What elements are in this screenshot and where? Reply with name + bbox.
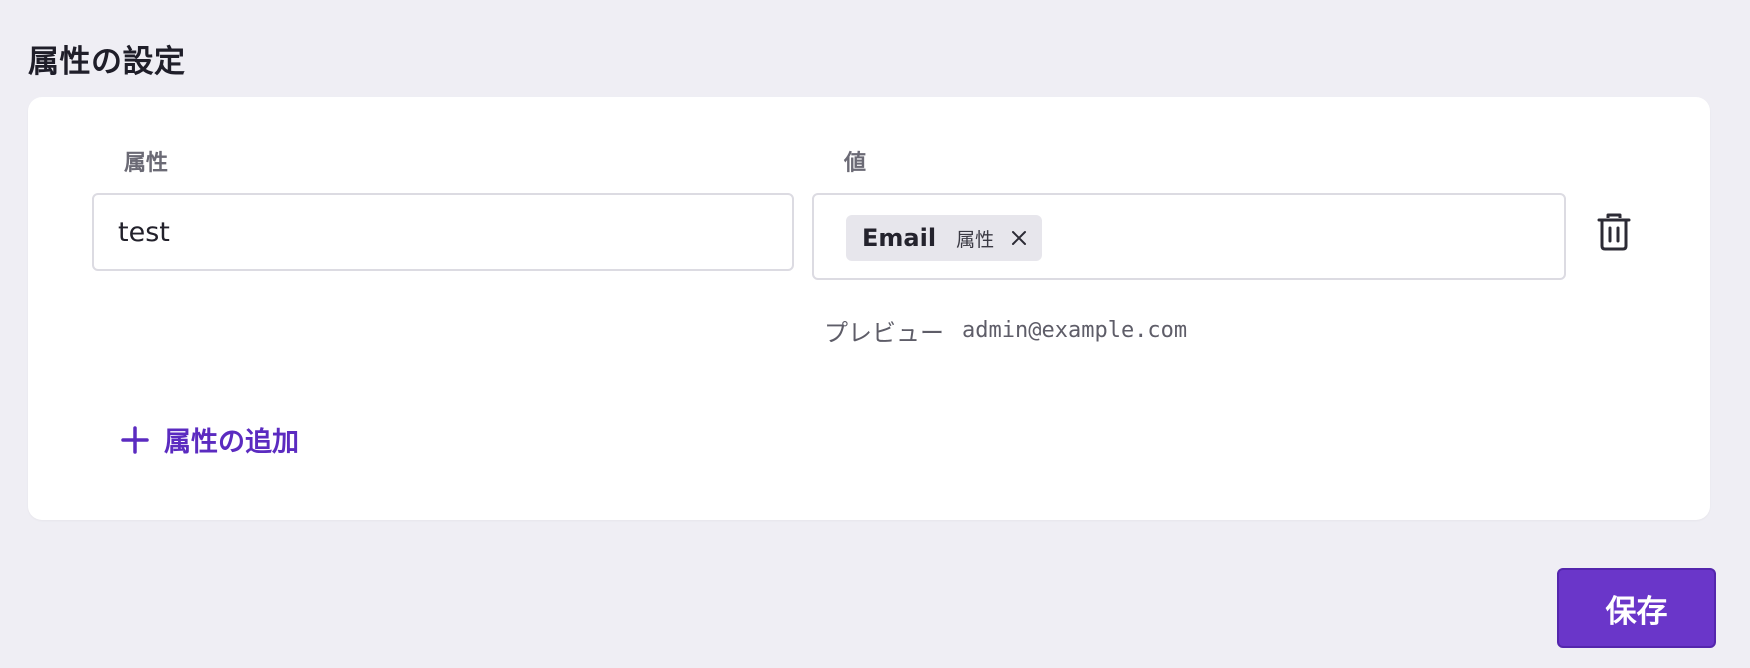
attribute-name-input[interactable] (92, 193, 794, 271)
preview-value: admin@example.com (962, 318, 1188, 343)
add-attribute-label: 属性の追加 (164, 427, 299, 458)
add-attribute-button[interactable]: 属性の追加 (120, 420, 299, 459)
trash-icon[interactable] (1596, 212, 1632, 252)
value-input[interactable]: Email 属性 (812, 193, 1566, 280)
value-column-label: 値 (844, 151, 867, 176)
save-button[interactable]: 保存 (1557, 568, 1716, 648)
chip-tag: 属性 (956, 228, 995, 251)
close-icon[interactable] (1008, 227, 1030, 249)
plus-icon (120, 425, 150, 455)
preview: プレビュー admin@example.com (824, 313, 1187, 348)
page-title: 属性の設定 (28, 44, 186, 80)
preview-label: プレビュー (824, 319, 944, 347)
value-chip: Email 属性 (846, 215, 1042, 261)
chip-name: Email (862, 224, 937, 252)
attribute-column-label: 属性 (124, 151, 169, 176)
